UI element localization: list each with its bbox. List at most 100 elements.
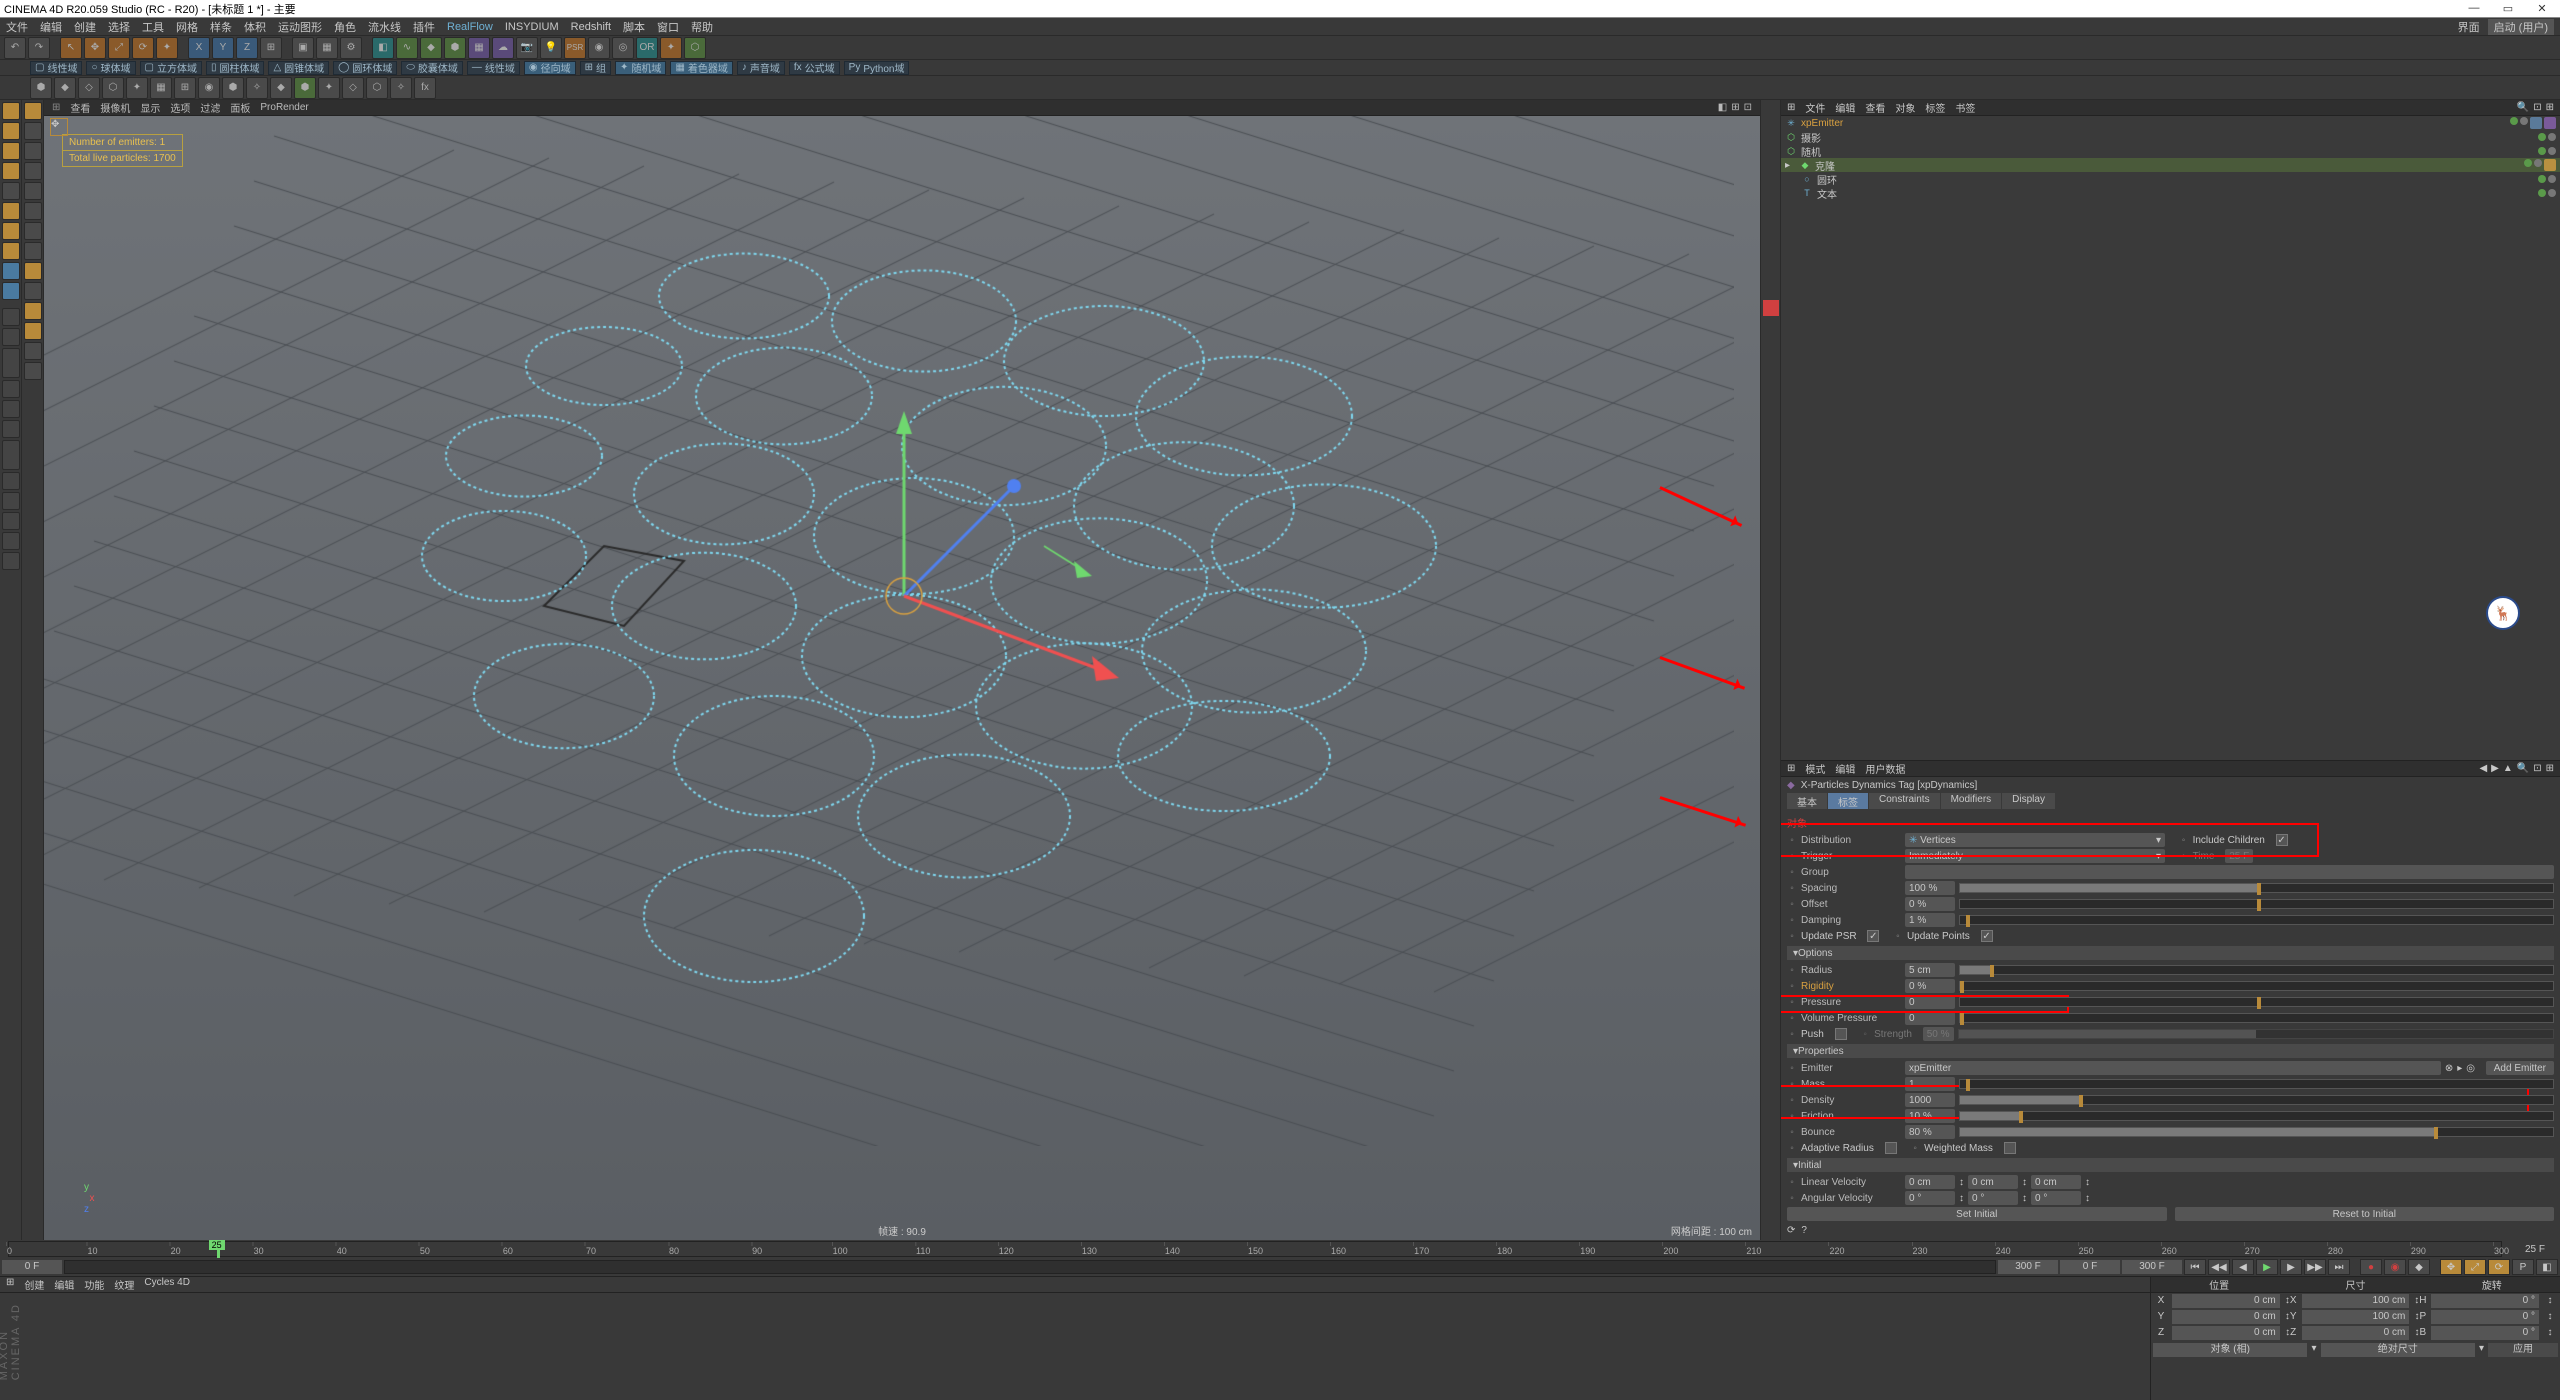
tool-icon[interactable] bbox=[24, 342, 42, 360]
rotate-tool-icon[interactable]: ⟳ bbox=[132, 37, 154, 59]
vp-icon[interactable]: ◧ bbox=[1718, 102, 1727, 113]
vp-tab[interactable]: ProRender bbox=[260, 102, 308, 113]
vptool-icon[interactable] bbox=[1763, 228, 1779, 244]
vptool-icon[interactable] bbox=[1763, 138, 1779, 154]
next-frame-icon[interactable]: ▶ bbox=[2280, 1259, 2302, 1275]
object-row[interactable]: ⬡摄影 bbox=[1781, 130, 2560, 144]
move-tool-icon[interactable]: ✥ bbox=[84, 37, 106, 59]
field-chip[interactable]: ▯圆柱体域 bbox=[206, 61, 265, 75]
project-end[interactable]: 300 F bbox=[2122, 1260, 2182, 1274]
plugin-icon[interactable]: ⬡ bbox=[684, 37, 706, 59]
redshift-icon[interactable]: ◎ bbox=[612, 37, 634, 59]
menu-item[interactable]: 流水线 bbox=[368, 19, 401, 35]
menu-item[interactable]: 运动图形 bbox=[278, 19, 322, 35]
field-chip-active[interactable]: ✦随机域 bbox=[615, 61, 666, 75]
effector-icon[interactable]: ⬢ bbox=[222, 77, 244, 99]
vp-tab[interactable]: 过滤 bbox=[200, 100, 220, 115]
menu-item[interactable]: 插件 bbox=[413, 19, 435, 35]
deformer-icon[interactable]: ▦ bbox=[468, 37, 490, 59]
initial-header[interactable]: ▾ Initial bbox=[1787, 1158, 2554, 1172]
snap-icon[interactable] bbox=[2, 328, 20, 346]
menu-item[interactable]: Redshift bbox=[571, 21, 611, 33]
clear-icon[interactable]: ⊗ bbox=[2445, 1063, 2453, 1074]
attr-tab[interactable]: 基本 bbox=[1787, 793, 1827, 809]
menu-item[interactable]: 网格 bbox=[176, 19, 198, 35]
field-chip[interactable]: ▢线性域 bbox=[30, 61, 82, 75]
spline-icon[interactable]: ∿ bbox=[396, 37, 418, 59]
tool-icon[interactable] bbox=[24, 102, 42, 120]
field-chip[interactable]: ○球体域 bbox=[86, 61, 135, 75]
vptool-icon[interactable] bbox=[1763, 102, 1779, 118]
goto-end-icon[interactable]: ⏭ bbox=[2328, 1259, 2350, 1275]
mode-icon[interactable] bbox=[2, 182, 20, 200]
timeline-ruler[interactable]: 0102030405060708090100110120130140150160… bbox=[0, 1240, 2560, 1258]
xparticles-icon[interactable]: ✦ bbox=[660, 37, 682, 59]
tool-icon[interactable] bbox=[24, 142, 42, 160]
tool-icon[interactable] bbox=[24, 262, 42, 280]
keyframe-icon[interactable]: ◆ bbox=[2408, 1259, 2430, 1275]
field-chip[interactable]: ♪声音域 bbox=[737, 61, 785, 75]
vp-tab[interactable]: 查看 bbox=[70, 100, 90, 115]
prev-frame-icon[interactable]: ◀ bbox=[2232, 1259, 2254, 1275]
close-button[interactable]: ✕ bbox=[2528, 2, 2556, 15]
snap-icon[interactable] bbox=[2, 420, 20, 438]
field-chip[interactable]: —线性域 bbox=[467, 61, 520, 75]
goto-start-icon[interactable]: ⏮ bbox=[2184, 1259, 2206, 1275]
render-region-icon[interactable]: ▦ bbox=[316, 37, 338, 59]
mode-icon[interactable] bbox=[2, 142, 20, 160]
menu-item[interactable]: 文件 bbox=[6, 19, 28, 35]
play-icon[interactable]: ▶ bbox=[2256, 1259, 2278, 1275]
menu-item[interactable]: 体积 bbox=[244, 19, 266, 35]
vp-tab[interactable]: 摄像机 bbox=[100, 100, 130, 115]
x-axis-icon[interactable]: X bbox=[188, 37, 210, 59]
key-pla-icon[interactable]: ◧ bbox=[2536, 1259, 2558, 1275]
object-row[interactable]: ✳xpEmitter bbox=[1781, 116, 2560, 130]
field-chip[interactable]: PyPython域 bbox=[844, 61, 910, 75]
vptool-icon[interactable] bbox=[1763, 282, 1779, 298]
z-axis-icon[interactable]: Z bbox=[236, 37, 258, 59]
key-rot-icon[interactable]: ⟳ bbox=[2488, 1259, 2510, 1275]
maximize-button[interactable]: ▭ bbox=[2494, 2, 2522, 15]
effector-icon[interactable]: ⬢ bbox=[30, 77, 52, 99]
effector-icon[interactable]: ◇ bbox=[78, 77, 100, 99]
record-icon[interactable]: ● bbox=[2360, 1259, 2382, 1275]
vptool-icon[interactable] bbox=[1763, 192, 1779, 208]
key-param-icon[interactable]: P bbox=[2512, 1259, 2534, 1275]
generator-icon[interactable]: ◆ bbox=[420, 37, 442, 59]
light-icon[interactable]: 💡 bbox=[540, 37, 562, 59]
reset-initial-button[interactable]: Reset to Initial bbox=[2175, 1207, 2555, 1221]
effector-icon[interactable]: ✧ bbox=[390, 77, 412, 99]
vp-icon[interactable]: ⊡ bbox=[1744, 102, 1752, 113]
snap-icon[interactable] bbox=[2, 308, 20, 326]
vptool-icon[interactable] bbox=[1763, 264, 1779, 280]
y-axis-icon[interactable]: Y bbox=[212, 37, 234, 59]
effector-icon[interactable]: ✦ bbox=[126, 77, 148, 99]
mode-icon[interactable] bbox=[2, 242, 20, 260]
octane-icon[interactable]: OR bbox=[636, 37, 658, 59]
tool-icon[interactable] bbox=[24, 362, 42, 380]
field-chip[interactable]: ◯圆环体域 bbox=[333, 61, 397, 75]
snap-icon[interactable] bbox=[2, 512, 20, 530]
field-chip[interactable]: △圆锥体域 bbox=[268, 61, 329, 75]
layout-select[interactable]: 启动 (用户) bbox=[2488, 19, 2554, 35]
field-chip[interactable]: fx公式域 bbox=[789, 61, 840, 75]
lastused-tool-icon[interactable]: ✦ bbox=[156, 37, 178, 59]
attr-tab[interactable]: Display bbox=[2002, 793, 2055, 809]
vp-tab[interactable]: 显示 bbox=[140, 100, 160, 115]
menu-item[interactable]: 创建 bbox=[74, 19, 96, 35]
field-chip[interactable]: ⬭胶囊体域 bbox=[401, 61, 463, 75]
effector-icon[interactable]: ⬢ bbox=[294, 77, 316, 99]
render-view-icon[interactable]: ▣ bbox=[292, 37, 314, 59]
viewport-3d[interactable]: Number of emitters: 1 Total live particl… bbox=[44, 116, 1760, 1240]
project-start[interactable]: 0 F bbox=[2060, 1260, 2120, 1274]
xpresso-icon[interactable]: ◉ bbox=[588, 37, 610, 59]
effector-icon[interactable]: ✦ bbox=[318, 77, 340, 99]
next-key-icon[interactable]: ▶▶ bbox=[2304, 1259, 2326, 1275]
attr-tab[interactable]: Constraints bbox=[1869, 793, 1940, 809]
vptool-icon[interactable] bbox=[1763, 210, 1779, 226]
mode-icon[interactable] bbox=[2, 282, 20, 300]
effector-icon[interactable]: ⊞ bbox=[174, 77, 196, 99]
undo-icon[interactable]: ↶ bbox=[4, 37, 26, 59]
vptool-icon[interactable] bbox=[1763, 120, 1779, 136]
object-row[interactable]: ○圆环 bbox=[1781, 172, 2560, 186]
